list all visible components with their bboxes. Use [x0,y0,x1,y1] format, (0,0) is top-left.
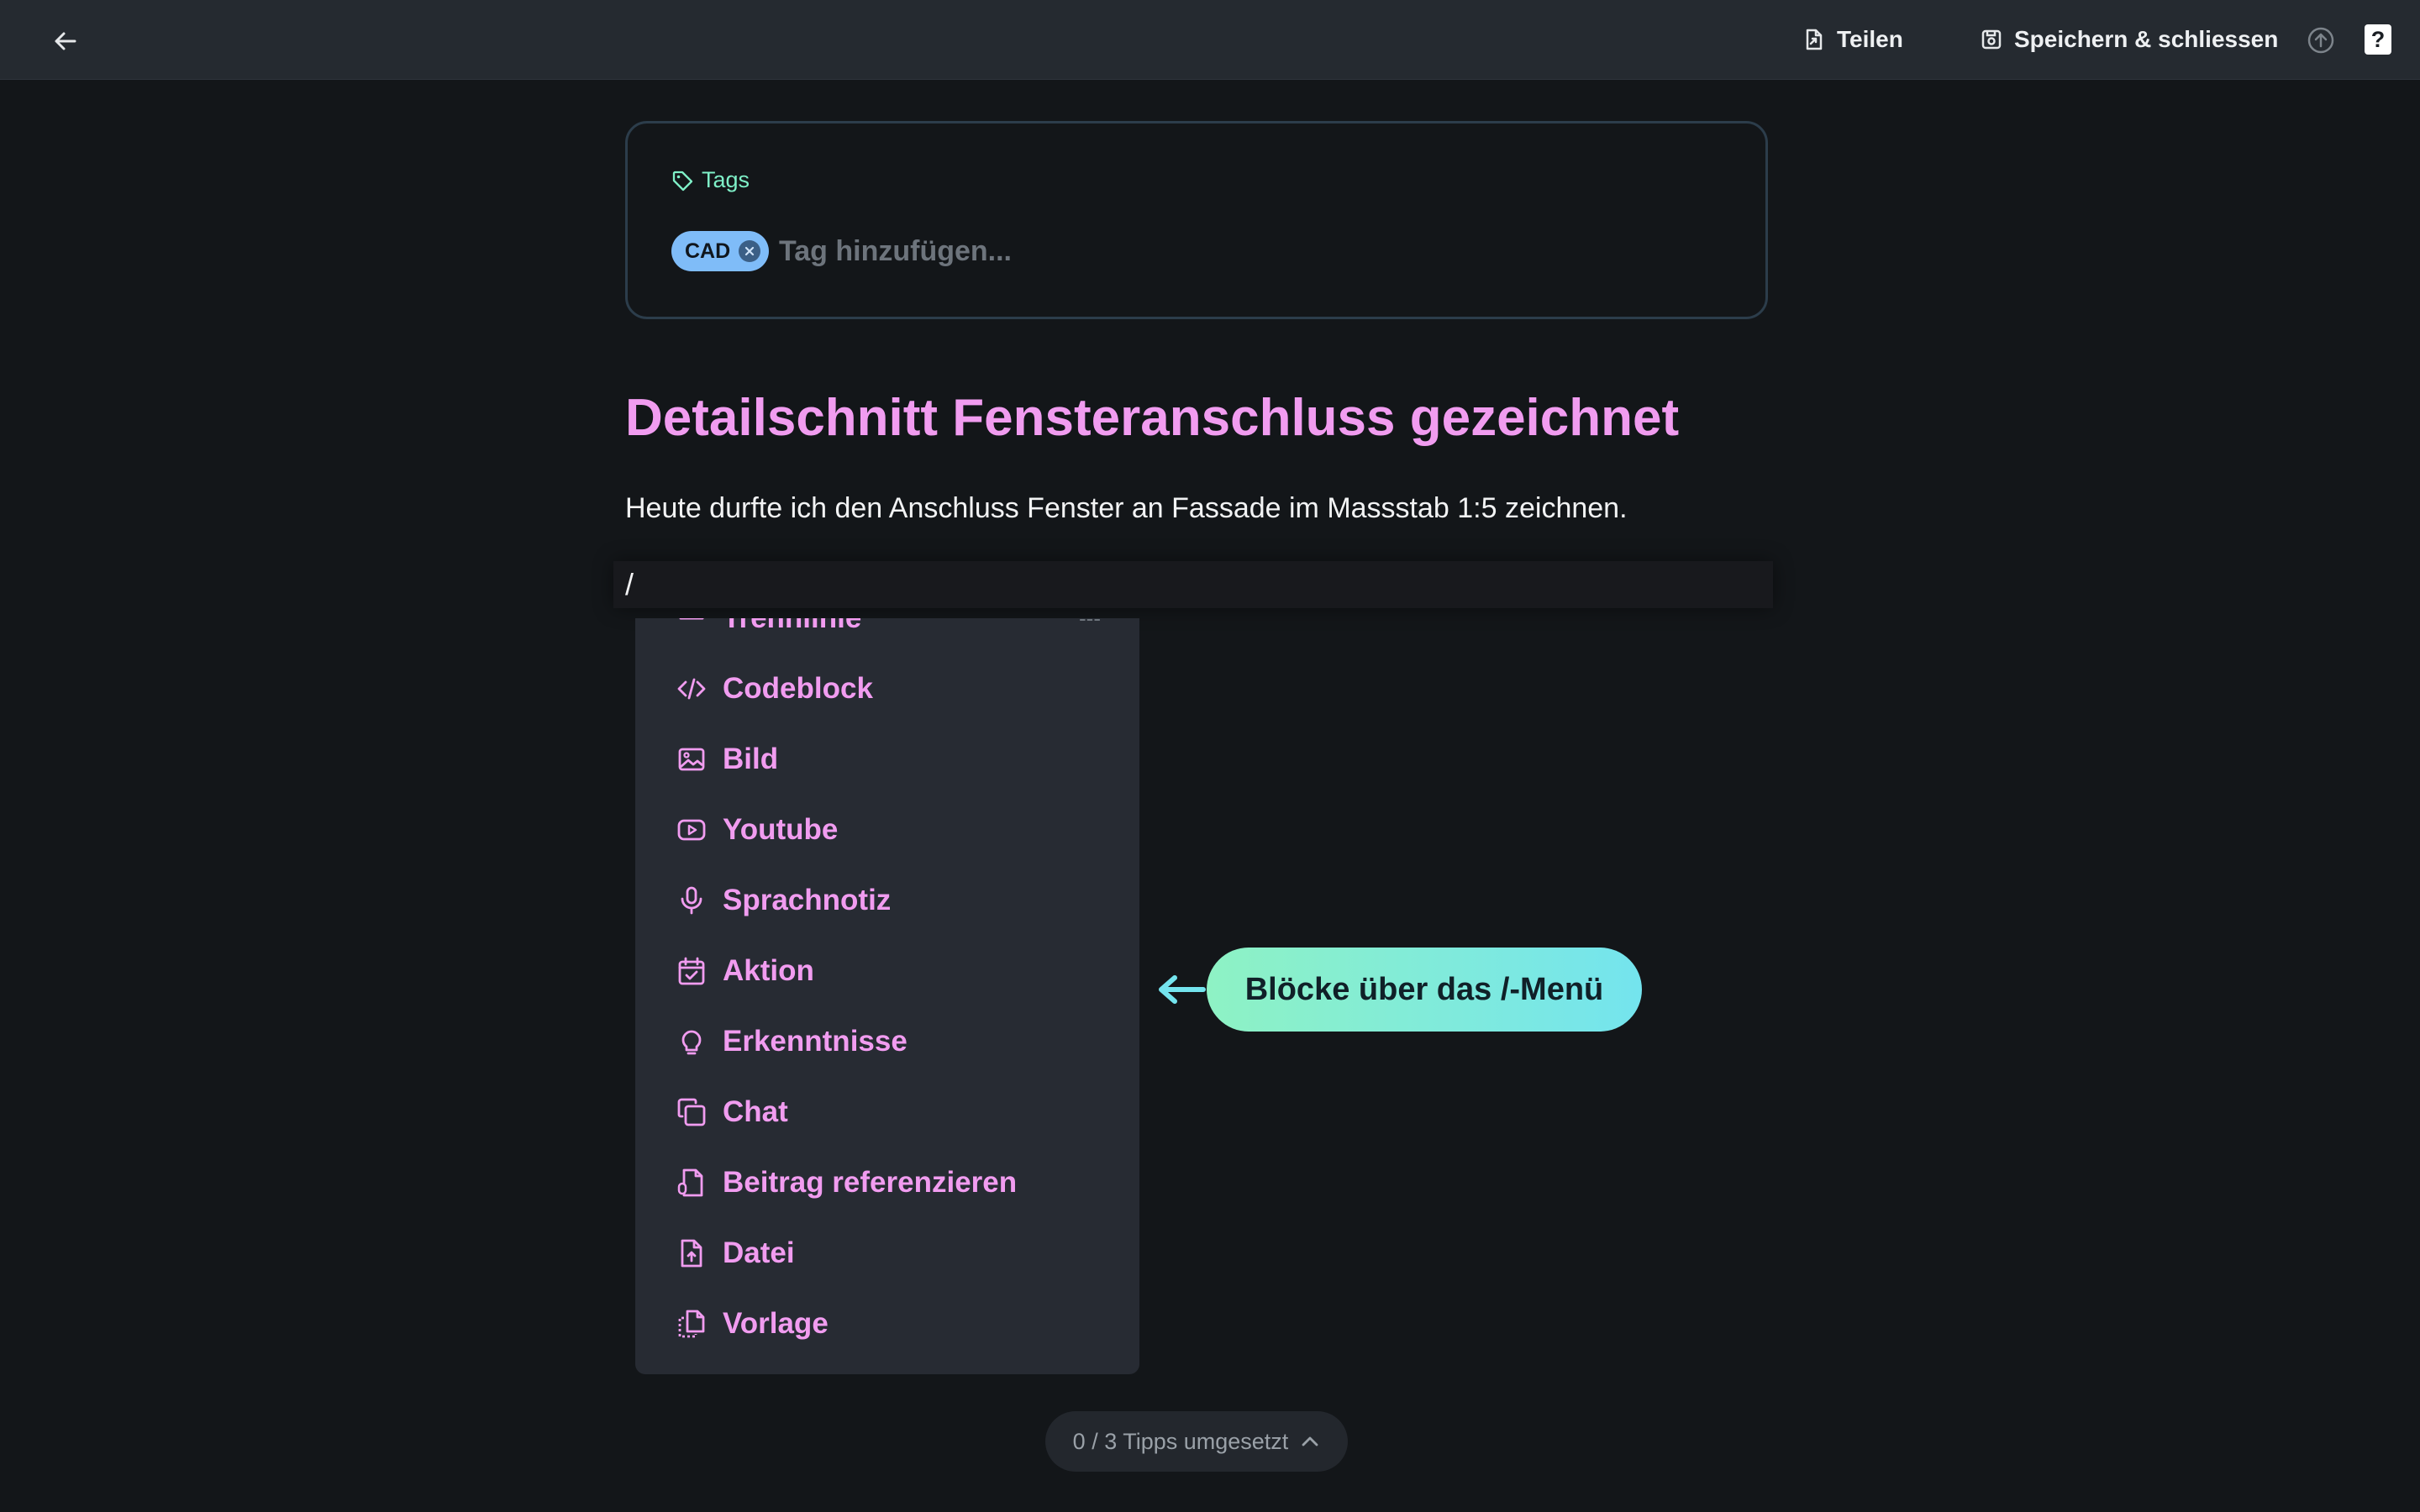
share-button[interactable]: Teilen [1803,18,1903,60]
tags-heading: Tags [671,167,750,193]
menu-item-label: Chat [723,1095,788,1128]
menu-item-datei[interactable]: Datei [635,1218,1139,1289]
menu-item-bild[interactable]: Bild [635,724,1139,795]
menu-item-youtube[interactable]: Youtube [635,795,1139,865]
slash-command-line[interactable]: / [613,561,1773,608]
upload-button[interactable] [2306,25,2336,55]
menu-item-label: Bild [723,743,779,775]
arrow-left-icon [55,32,76,50]
menu-item-label: Trennlinie [723,618,861,635]
menu-item-label: Erkenntnisse [723,1025,908,1058]
chat-copy-icon [677,1098,706,1126]
lightbulb-icon [681,1030,702,1055]
save-icon [1981,29,2002,50]
tips-progress-button[interactable]: 0 / 3 Tipps umgesetzt [1045,1411,1348,1472]
youtube-icon [677,819,706,841]
tag-icon [672,171,693,191]
code-icon [677,678,706,700]
close-icon [745,246,755,256]
chevron-up-icon [1302,1436,1318,1446]
menu-item-label: Sprachnotiz [723,884,892,916]
back-button[interactable] [49,24,82,58]
tip-bubble: Blöcke über das /-Menü [1207,948,1642,1032]
save-and-close-button[interactable]: Speichern & schliessen [1981,18,2278,60]
top-bar: Teilen Speichern & schliessen ? [0,0,2420,80]
divider-icon [679,618,704,620]
tips-progress-label: 0 / 3 Tipps umgesetzt [1072,1428,1289,1454]
tags-label: Tags [702,167,750,192]
arrow-up-circle-icon [2307,27,2334,54]
file-link-icon [677,1168,703,1197]
file-share-icon [1806,29,1823,50]
save-and-close-label: Speichern & schliessen [2014,26,2279,52]
tip-text: Blöcke über das /-Menü [1244,971,1604,1007]
menu-item-label: Datei [723,1236,795,1269]
tag-chip-label: CAD [685,239,731,263]
paragraph-block[interactable]: Heute durfte ich den Anschluss Fenster a… [625,492,1628,525]
help-button[interactable]: ? [2365,24,2391,55]
tags-panel: Tags CAD [625,121,1768,319]
menu-item-aktion[interactable]: Aktion [635,936,1139,1006]
menu-item-label: Aktion [723,954,814,987]
image-icon [678,748,705,771]
share-label: Teilen [1837,26,1903,52]
tip-arrow-icon [1159,975,1206,1004]
add-tag-input[interactable] [779,228,1703,275]
question-icon: ? [2370,26,2386,52]
menu-item-label: Beitrag referenzieren [723,1166,1018,1199]
file-upload-icon [681,1239,702,1268]
menu-item-label: Codeblock [723,672,873,705]
microphone-icon [681,886,702,915]
menu-item-erkenntnisse[interactable]: Erkenntnisse [635,1006,1139,1077]
menu-item-label: Vorlage [723,1307,829,1340]
slash-menu: Trennlinie --- Codeblock Bild Youtube Sp… [635,618,1139,1374]
menu-item-chat[interactable]: Chat [635,1077,1139,1147]
template-icon [678,1310,705,1338]
menu-item-vorlage[interactable]: Vorlage [635,1289,1139,1359]
menu-item-shortcut: --- [1079,618,1101,632]
tag-chip: CAD [671,231,770,271]
menu-item-codeblock[interactable]: Codeblock [635,654,1139,724]
menu-item-trennlinie[interactable]: Trennlinie --- [635,618,1139,654]
calendar-check-icon [678,957,705,985]
tag-remove-button[interactable] [739,240,761,262]
menu-item-label: Youtube [723,813,839,846]
menu-item-beitrag-referenzieren[interactable]: Beitrag referenzieren [635,1147,1139,1218]
menu-item-sprachnotiz[interactable]: Sprachnotiz [635,865,1139,936]
page-title[interactable]: Detailschnitt Fensteranschluss gezeichne… [625,388,1679,448]
